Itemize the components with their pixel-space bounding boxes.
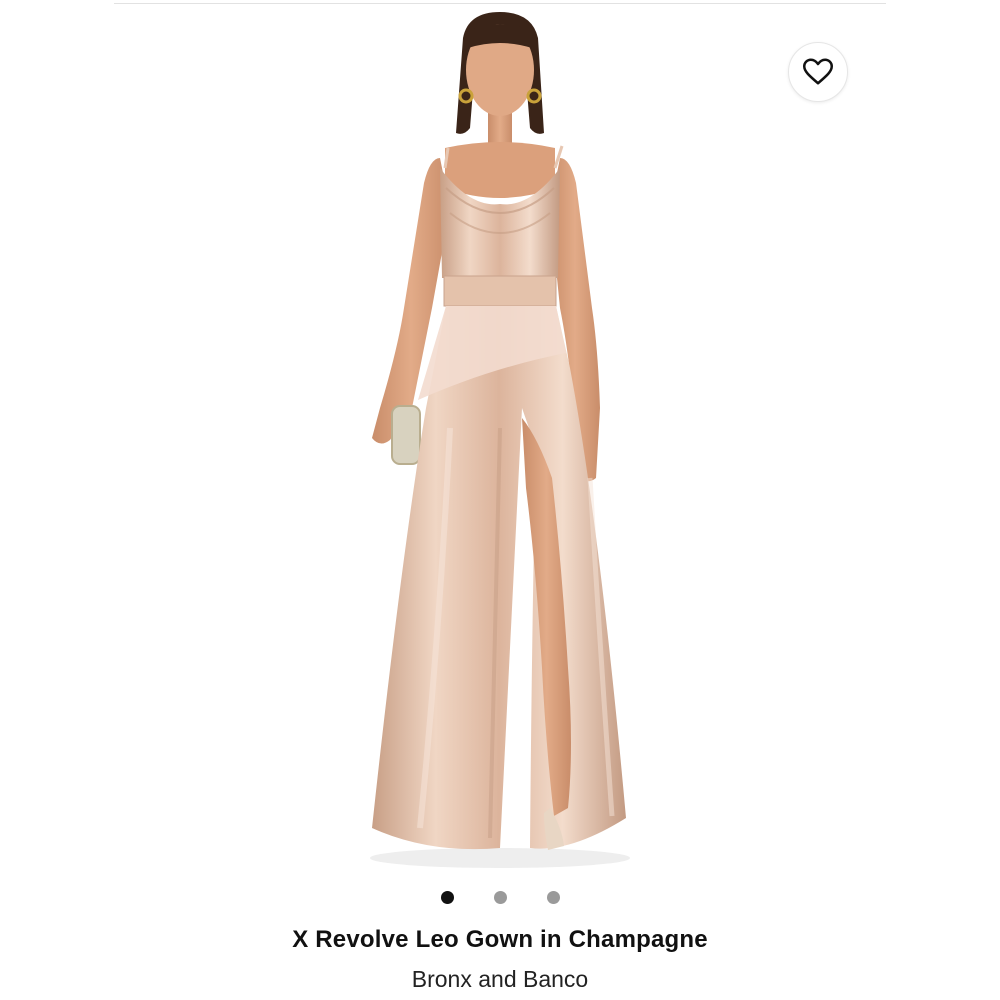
product-page: X Revolve Leo Gown in Champagne Bronx an…	[0, 0, 1000, 1000]
heart-outline-icon	[803, 58, 833, 85]
clutch	[391, 405, 421, 465]
product-title: X Revolve Leo Gown in Champagne	[292, 926, 708, 953]
carousel-dot-1[interactable]	[440, 890, 454, 904]
image-carousel-dots	[0, 889, 1000, 905]
carousel-dot-3[interactable]	[546, 890, 560, 904]
floor-shadow	[370, 848, 630, 868]
wishlist-button[interactable]	[788, 42, 848, 102]
gown-model-illustration	[370, 12, 630, 868]
carousel-dot-2[interactable]	[493, 890, 507, 904]
waistband	[443, 275, 557, 307]
top-divider	[114, 3, 886, 4]
product-brand[interactable]: Bronx and Banco	[0, 966, 1000, 993]
product-image[interactable]	[300, 8, 700, 874]
